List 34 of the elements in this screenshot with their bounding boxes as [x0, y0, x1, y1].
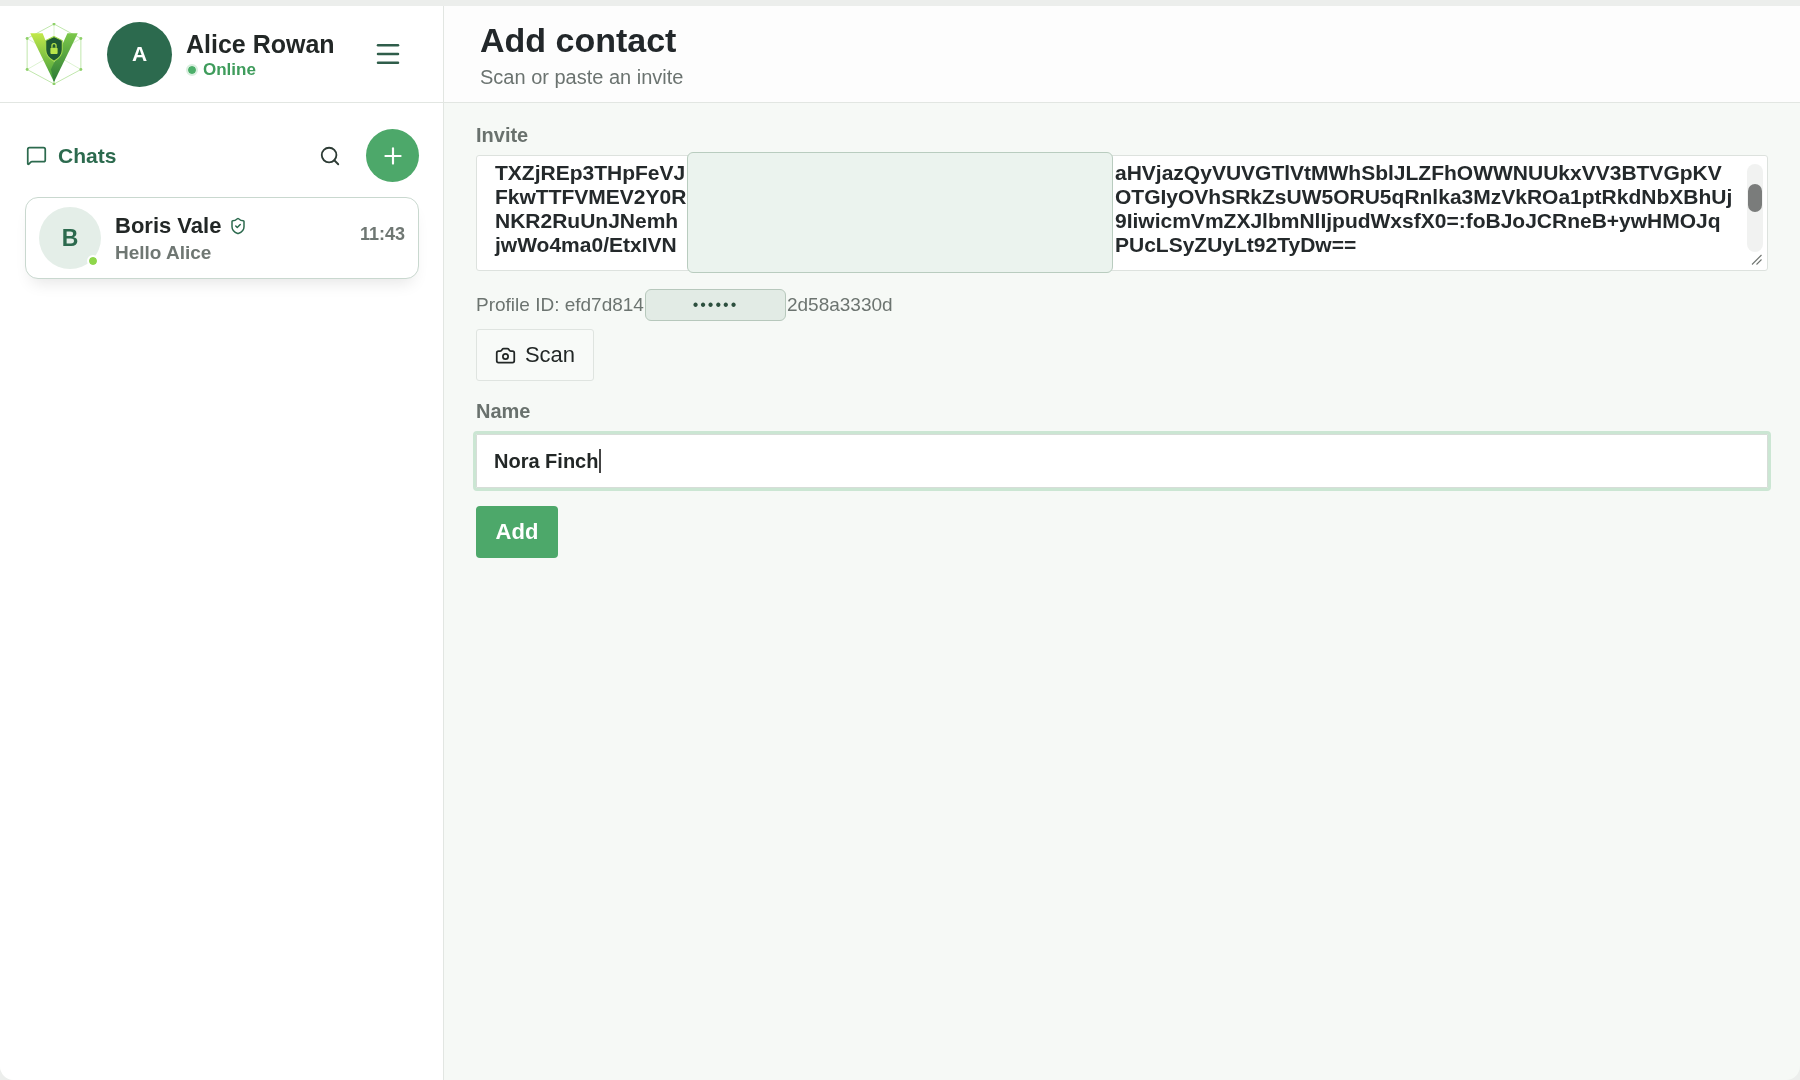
invite-text: jwWo4ma0/EtxIVN [495, 233, 677, 257]
invite-text: aHVjazQyVUVGTlVtMWhSblJLZFhOWWNUUkxVV3BTVGpKV [1115, 161, 1722, 185]
invite-textarea[interactable] [476, 155, 1768, 271]
page-title: Add contact [480, 20, 678, 60]
invite-text: OTGIyOVhSRkZsUW5ORU5qRnlka3MzVkROa1ptRkdNbXBhUj [1115, 185, 1733, 209]
user-status: Online [203, 59, 256, 80]
profile-id-text: Profile ID: efd7d814 [476, 294, 644, 316]
user-name: Alice Rowan [186, 28, 335, 59]
message-time: 11:43 [359, 223, 405, 245]
scrollbar-thumb[interactable] [1748, 184, 1762, 212]
invite-text: PUcLSyZUyLt92TyDw== [1115, 233, 1357, 257]
contact-name: Boris Vale [115, 212, 222, 239]
invite-text: TXZjREp3THpFeVJ [495, 161, 686, 185]
chat-list-item[interactable]: B Boris Vale Hello Alice 11:43 [25, 197, 419, 279]
field-label: Name [476, 399, 531, 423]
message-preview: Hello Alice [115, 241, 213, 264]
new-chat-button[interactable] [366, 129, 419, 182]
user-avatar: A [107, 21, 172, 87]
field-label: Invite [476, 123, 529, 147]
app-logo [25, 23, 83, 85]
scan-button[interactable]: Scan [476, 329, 594, 381]
invite-text: FkwTTFVMEV2Y0R [495, 185, 687, 209]
chats-title: Chats [58, 143, 117, 168]
page-subtitle: Scan or paste an invite [480, 65, 685, 89]
chat-bubble-icon [26, 145, 47, 166]
contact-avatar: B [39, 207, 101, 269]
search-icon[interactable] [319, 144, 341, 167]
invite-text: NKR2RuUnJNemh [495, 209, 679, 233]
masked-id: •••••• [644, 289, 786, 321]
profile-id-text: 2d58a3330d [786, 294, 893, 316]
name-input[interactable]: Nora Finch [473, 431, 1771, 491]
resize-handle-icon[interactable] [1751, 254, 1762, 265]
invite-text: 9IiwicmVmZXJlbmNlIjpudWxsfX0=:foBJoJCRneB+ywHMOJq [1115, 209, 1721, 233]
scrollbar-track[interactable] [1747, 164, 1763, 252]
